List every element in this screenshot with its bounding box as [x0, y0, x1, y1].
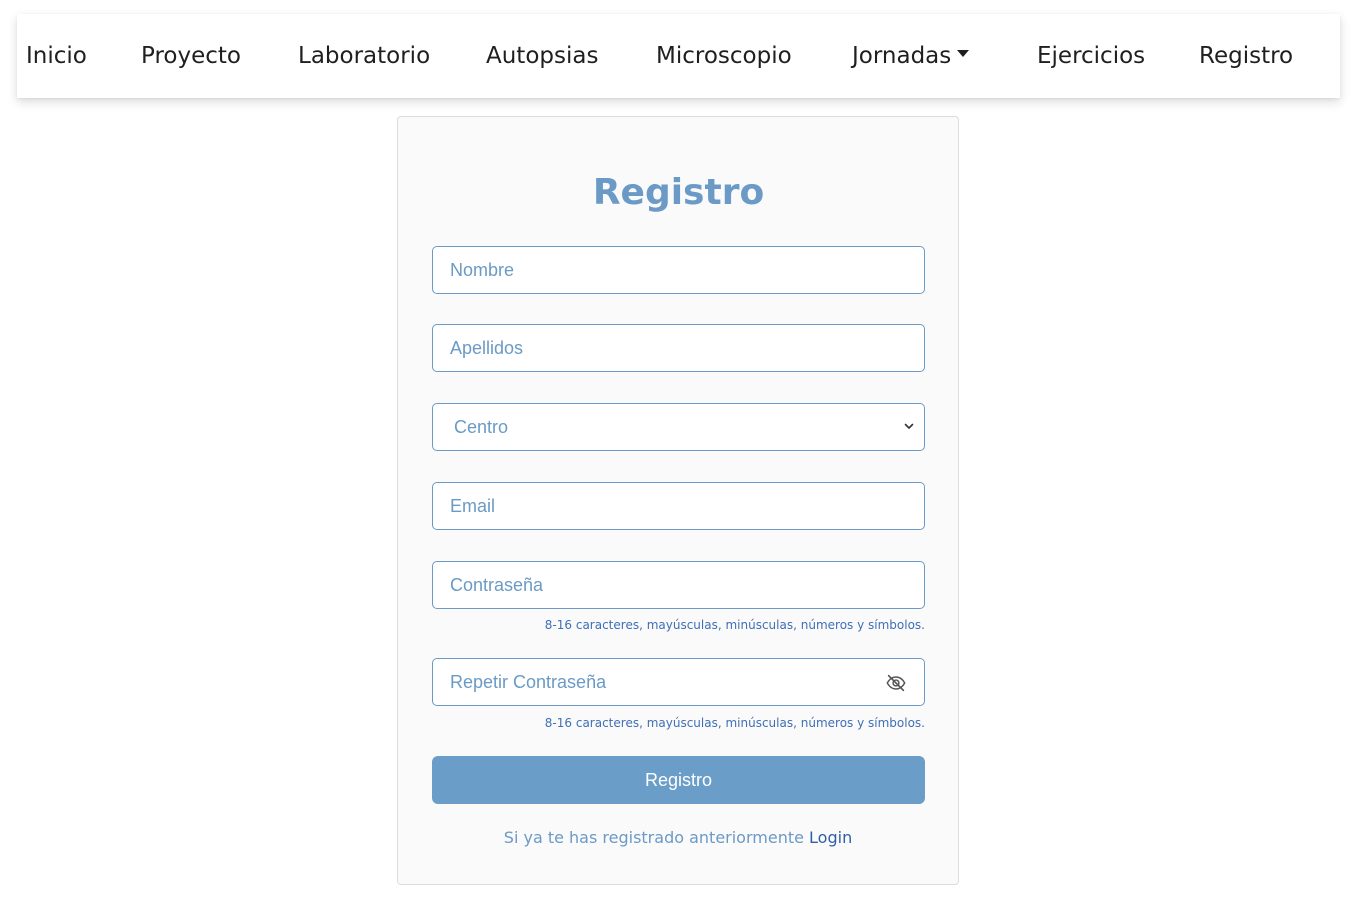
- nombre-input[interactable]: [432, 246, 925, 294]
- nav-item-ejercicios[interactable]: Ejercicios: [1037, 14, 1145, 98]
- centro-select[interactable]: Centro: [432, 403, 925, 451]
- repeat-password-input[interactable]: [432, 658, 925, 706]
- login-prompt-text: Si ya te has registrado anteriormente: [503, 828, 804, 847]
- login-link[interactable]: Login: [809, 828, 852, 847]
- nav-item-proyecto[interactable]: Proyecto: [141, 14, 241, 98]
- nav-item-inicio[interactable]: Inicio: [26, 14, 87, 98]
- chevron-down-icon: [904, 423, 914, 429]
- eye-slash-icon[interactable]: [885, 672, 907, 694]
- main-navbar: Inicio Proyecto Laboratorio Autopsias Mi…: [17, 14, 1340, 98]
- apellidos-input[interactable]: [432, 324, 925, 372]
- nav-item-registro[interactable]: Registro: [1199, 14, 1293, 98]
- nav-item-microscopio[interactable]: Microscopio: [656, 14, 792, 98]
- login-prompt: Si ya te has registrado anteriormente Lo…: [397, 828, 959, 847]
- email-input[interactable]: [432, 482, 925, 530]
- password-hint: 8-16 caracteres, mayúsculas, minúsculas,…: [544, 618, 925, 632]
- nav-item-laboratorio[interactable]: Laboratorio: [298, 14, 430, 98]
- nav-item-jornadas[interactable]: Jornadas: [852, 14, 970, 98]
- repeat-password-hint: 8-16 caracteres, mayúsculas, minúsculas,…: [544, 716, 925, 730]
- register-button[interactable]: Registro: [432, 756, 925, 804]
- password-input[interactable]: [432, 561, 925, 609]
- centro-select-value: Centro: [454, 416, 509, 437]
- nav-item-autopsias[interactable]: Autopsias: [486, 14, 598, 98]
- caret-down-icon: [957, 50, 970, 57]
- nav-item-jornadas-label: Jornadas: [852, 43, 952, 69]
- page-title: Registro: [592, 172, 765, 213]
